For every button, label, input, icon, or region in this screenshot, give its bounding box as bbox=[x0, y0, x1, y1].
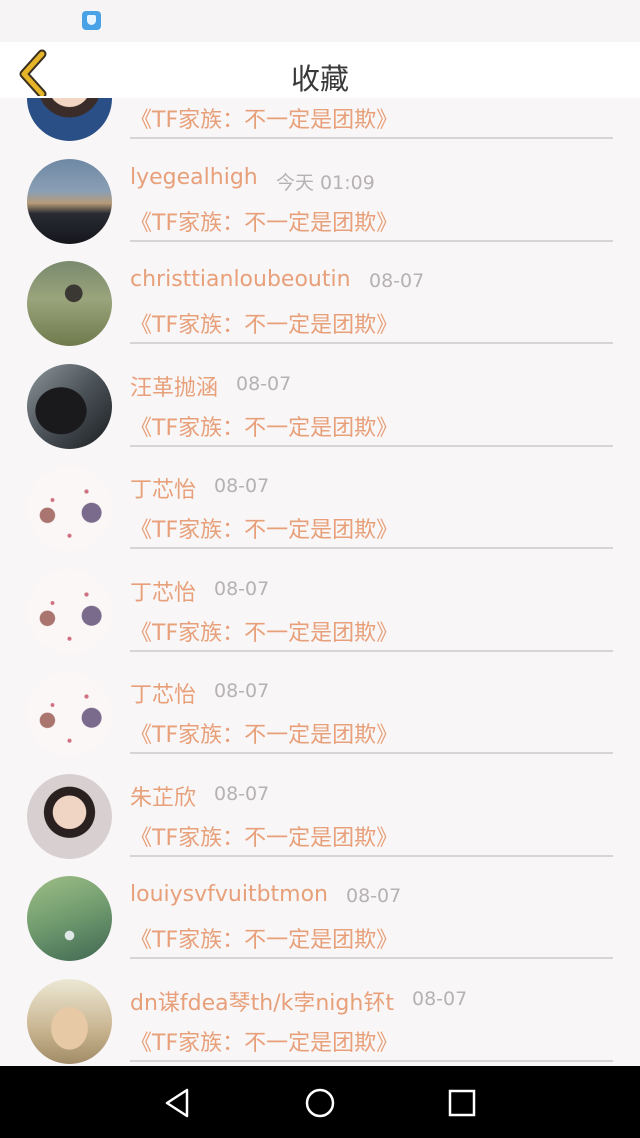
circle-home-icon[interactable] bbox=[303, 1086, 337, 1120]
divider bbox=[130, 547, 613, 549]
divider bbox=[130, 137, 613, 139]
avatar[interactable] bbox=[27, 773, 112, 859]
story-title[interactable]: 《TF家族：不一定是团欺》 bbox=[130, 1025, 398, 1057]
timestamp: 08-07 bbox=[412, 987, 468, 1010]
timestamp: 08-07 bbox=[214, 577, 270, 600]
list-item[interactable]: 朱芷欣 08-07 《TF家族：不一定是团欺》 bbox=[0, 759, 640, 862]
triangle-back-icon[interactable] bbox=[161, 1086, 195, 1120]
user-name[interactable]: 朱芷欣 bbox=[130, 780, 196, 812]
divider bbox=[130, 239, 613, 242]
user-name[interactable]: christtianloubeoutin bbox=[130, 267, 351, 292]
divider bbox=[130, 649, 613, 652]
avatar[interactable] bbox=[27, 876, 112, 961]
avatar[interactable] bbox=[27, 978, 112, 1064]
avatar[interactable] bbox=[27, 261, 112, 346]
timestamp: 08-07 bbox=[214, 475, 270, 497]
timestamp: 08-07 bbox=[236, 372, 292, 395]
timestamp: 08-07 bbox=[214, 680, 270, 702]
user-name[interactable]: dn谋fdea琴th/k孛nigh钚t bbox=[130, 985, 394, 1017]
divider bbox=[130, 342, 613, 344]
timestamp: 08-07 bbox=[214, 782, 270, 805]
avatar[interactable] bbox=[27, 466, 112, 551]
header: 收藏 bbox=[0, 42, 640, 99]
page-title: 收藏 bbox=[290, 62, 349, 96]
list-item[interactable]: 丁芯怡 08-07 《TF家族：不一定是团欺》 bbox=[0, 451, 640, 554]
user-name[interactable]: 丁芯怡 bbox=[130, 677, 196, 709]
list-item[interactable]: dn谋fdea琴th/k孛nigh钚t 08-07 《TF家族：不一定是团欺》 bbox=[0, 964, 640, 1067]
story-title[interactable]: 《TF家族：不一定是团欺》 bbox=[130, 717, 398, 749]
square-recent-icon[interactable] bbox=[445, 1086, 479, 1120]
story-title[interactable]: 《TF家族：不一定是团欺》 bbox=[130, 922, 398, 954]
favorites-list[interactable]: 《TF家族：不一定是团欺》 lyegealhigh 今天 01:09 《TF家族：不一… bbox=[0, 98, 640, 1066]
system-nav-bar bbox=[0, 1066, 640, 1138]
divider bbox=[130, 752, 613, 754]
story-title[interactable]: 《TF家族：不一定是团欺》 bbox=[130, 410, 398, 442]
story-title[interactable]: 《TF家族：不一定是团欺》 bbox=[130, 512, 398, 544]
list-item[interactable]: 汪革抛涵 08-07 《TF家族：不一定是团欺》 bbox=[0, 349, 640, 452]
list-item[interactable]: louiysvfvuitbtmon 08-07 《TF家族：不一定是团欺》 bbox=[0, 861, 640, 964]
avatar[interactable] bbox=[27, 98, 112, 141]
divider bbox=[130, 957, 613, 959]
user-name[interactable]: louiysvfvuitbtmon bbox=[130, 882, 328, 907]
user-name[interactable]: 丁芯怡 bbox=[130, 472, 196, 504]
user-name[interactable]: 丁芯怡 bbox=[130, 575, 196, 607]
story-title[interactable]: 《TF家族：不一定是团欺》 bbox=[130, 820, 398, 852]
list-item[interactable]: 丁芯怡 08-07 《TF家族：不一定是团欺》 bbox=[0, 656, 640, 759]
list-item[interactable]: christtianloubeoutin 08-07 《TF家族：不一定是团欺》 bbox=[0, 246, 640, 349]
timestamp: 今天 01:09 bbox=[276, 171, 375, 194]
timestamp: 08-07 bbox=[369, 270, 425, 292]
list-item[interactable]: lyegealhigh 今天 01:09 《TF家族：不一定是团欺》 bbox=[0, 144, 640, 247]
list-item[interactable]: 《TF家族：不一定是团欺》 bbox=[0, 98, 640, 144]
story-title[interactable]: 《TF家族：不一定是团欺》 bbox=[130, 307, 398, 339]
divider bbox=[130, 854, 613, 857]
divider bbox=[130, 1059, 613, 1062]
user-name[interactable]: lyegealhigh bbox=[130, 165, 258, 190]
avatar[interactable] bbox=[27, 568, 112, 654]
avatar[interactable] bbox=[27, 363, 112, 449]
story-title[interactable]: 《TF家族：不一定是团欺》 bbox=[130, 102, 398, 134]
list-item[interactable]: 丁芯怡 08-07 《TF家族：不一定是团欺》 bbox=[0, 554, 640, 657]
story-title[interactable]: 《TF家族：不一定是团欺》 bbox=[130, 205, 398, 237]
avatar[interactable] bbox=[27, 671, 112, 756]
avatar[interactable] bbox=[27, 158, 112, 244]
user-name[interactable]: 汪革抛涵 bbox=[130, 370, 218, 402]
story-title[interactable]: 《TF家族：不一定是团欺》 bbox=[130, 615, 398, 647]
status-bar bbox=[0, 0, 640, 42]
divider bbox=[130, 444, 613, 447]
timestamp: 08-07 bbox=[346, 885, 402, 907]
shield-icon bbox=[82, 11, 101, 30]
